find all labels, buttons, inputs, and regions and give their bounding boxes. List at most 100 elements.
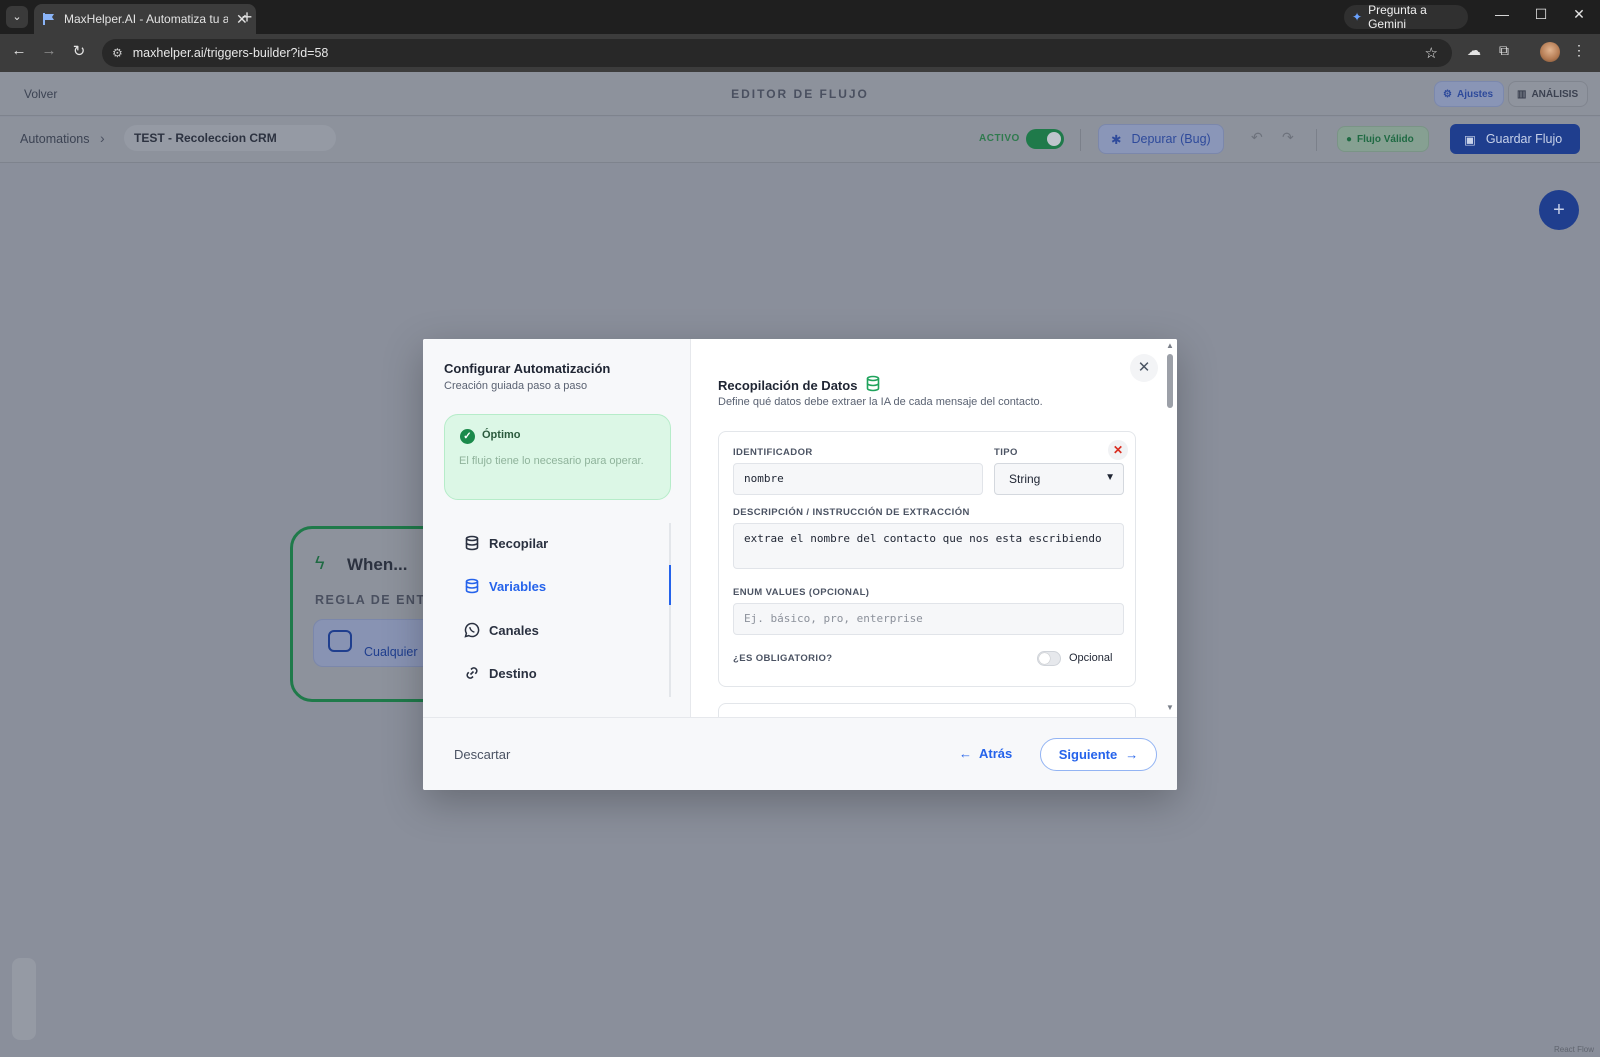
identifier-label: IDENTIFICADOR [733, 447, 813, 458]
status-card: ✓ Óptimo El flujo tiene lo necesario par… [444, 414, 671, 500]
arrow-right-icon: → [1125, 747, 1139, 762]
site-settings-icon[interactable]: ⚙ [112, 46, 123, 60]
flow-name-input[interactable]: TEST - Recoleccion CRM [124, 125, 336, 151]
type-select[interactable]: String ▼ [994, 463, 1124, 495]
tab-title: MaxHelper.AI - Automatiza tu a [64, 12, 228, 26]
section-title: Recopilación de Datos [718, 375, 881, 396]
redo-icon[interactable]: ↷ [1282, 129, 1294, 146]
database-icon [463, 577, 481, 595]
undo-icon[interactable]: ↶ [1251, 129, 1263, 146]
scroll-down-icon[interactable]: ▼ [1166, 703, 1174, 712]
type-select-value: String [1009, 472, 1041, 486]
back-button[interactable]: ← Atrás [959, 746, 1012, 761]
back-label: Atrás [979, 746, 1013, 761]
configure-automation-modal: Configurar Automatización Creación guiad… [423, 339, 1177, 790]
save-disk-icon: ▣ [1464, 132, 1476, 147]
status-title: Óptimo [482, 429, 521, 441]
profile-avatar[interactable] [1540, 42, 1560, 62]
node-rule-label: REGLA DE ENTR [315, 593, 437, 607]
section-title-text: Recopilación de Datos [718, 378, 858, 393]
scroll-up-icon[interactable]: ▲ [1166, 341, 1174, 350]
identifier-input[interactable]: nombre [733, 463, 983, 495]
enum-label: ENUM VALUES (OPCIONAL) [733, 587, 870, 598]
url-omnibox[interactable]: ⚙ maxhelper.ai/triggers-builder?id=58 ☆ [102, 39, 1452, 67]
close-icon[interactable]: ✕ [1130, 354, 1158, 382]
description-label: DESCRIPCIÓN / INSTRUCCIÓN DE EXTRACCIÓN [733, 507, 970, 518]
modal-sidebar: Configurar Automatización Creación guiad… [423, 339, 691, 717]
back-arrow-icon[interactable]: ← [8, 42, 30, 59]
chat-bubble-icon [328, 630, 352, 652]
next-label: Siguiente [1058, 747, 1118, 762]
variable-card: IDENTIFICADOR nombre TIPO String ▼ ✕ DES… [718, 431, 1136, 687]
flow-toolbar: Automations › TEST - Recoleccion CRM ACT… [0, 117, 1600, 163]
step-destino[interactable]: Destino [463, 661, 537, 685]
database-icon [865, 375, 881, 396]
database-icon [463, 534, 481, 552]
discard-button[interactable]: Descartar [454, 747, 510, 762]
url-text: maxhelper.ai/triggers-builder?id=58 [132, 46, 329, 60]
scrollbar[interactable]: ▲ ▼ [1163, 339, 1177, 717]
node-title: When... [347, 555, 408, 574]
step-label: Destino [489, 665, 537, 681]
chevron-down-icon: ▼ [1105, 472, 1115, 483]
divider [1080, 129, 1081, 151]
active-toggle[interactable] [1026, 129, 1064, 149]
save-label: Guardar Flujo [1485, 132, 1563, 146]
next-button[interactable]: Siguiente → [1040, 738, 1157, 771]
add-node-button[interactable]: + [1539, 190, 1579, 230]
extensions-icon[interactable]: ⧉ [1493, 42, 1515, 59]
enum-input[interactable]: Ej. básico, pro, enterprise [733, 603, 1124, 635]
maximize-icon[interactable]: ☐ [1530, 6, 1552, 23]
browser-tab-active[interactable]: MaxHelper.AI - Automatiza tu a ✕ [34, 4, 256, 34]
status-text: El flujo tiene lo necesario para operar. [459, 455, 644, 467]
settings-button[interactable]: ⚙ Ajustes [1434, 81, 1504, 107]
browser-address-bar: ← → ↻ ⚙ maxhelper.ai/triggers-builder?id… [0, 34, 1600, 72]
bug-icon: ✱ [1111, 132, 1122, 147]
step-canales[interactable]: Canales [463, 618, 539, 642]
analytics-label: ANÁLISIS [1531, 88, 1579, 100]
breadcrumb-root[interactable]: Automations [20, 132, 89, 146]
modal-footer: Descartar ← Atrás Siguiente → [423, 717, 1177, 790]
check-circle-icon: ✓ [460, 429, 475, 444]
react-flow-attribution[interactable]: React Flow [1554, 1045, 1594, 1054]
new-tab-icon[interactable]: + [236, 6, 258, 28]
settings-label: Ajustes [1456, 88, 1494, 100]
type-label: TIPO [994, 447, 1018, 458]
step-label: Recopilar [489, 535, 549, 551]
whatsapp-icon [463, 621, 481, 639]
bar-chart-icon: ▥ [1517, 88, 1527, 100]
step-recopilar[interactable]: Recopilar [463, 531, 548, 555]
browser-menu-icon[interactable]: ⋮ [1568, 42, 1590, 59]
description-textarea[interactable]: extrae el nombre del contacto que nos es… [733, 523, 1124, 569]
active-label: ACTIVO [979, 133, 1020, 144]
steps-track [669, 523, 671, 697]
variable-card [718, 703, 1136, 717]
gemini-button[interactable]: ✦ Pregunta a Gemini [1344, 3, 1468, 31]
required-state-label: Opcional [1069, 652, 1113, 664]
step-variables[interactable]: Variables [463, 574, 546, 598]
steps-active-indicator [669, 565, 671, 605]
cloud-icon[interactable]: ☁ [1463, 42, 1485, 59]
analytics-button[interactable]: ▥ ANÁLISIS [1508, 81, 1588, 107]
page-title: EDITOR DE FLUJO [731, 87, 869, 101]
delete-variable-icon[interactable]: ✕ [1108, 440, 1128, 460]
flow-valid-badge: ● Flujo Válido [1337, 126, 1429, 152]
modal-title: Configurar Automatización [444, 361, 611, 376]
minimize-icon[interactable]: — [1491, 6, 1513, 22]
tab-search-chevron-icon[interactable]: ⌄ [6, 6, 28, 28]
canvas-controls[interactable] [12, 958, 36, 1040]
save-flow-button[interactable]: ▣ Guardar Flujo [1450, 124, 1580, 154]
modal-content: ✕ Recopilación de Datos Define qué datos… [691, 339, 1177, 717]
scrollbar-thumb[interactable] [1167, 354, 1173, 408]
gear-icon: ⚙ [1443, 88, 1452, 100]
debug-button[interactable]: ✱ Depurar (Bug) [1098, 124, 1224, 154]
bookmark-star-icon[interactable]: ☆ [1425, 44, 1438, 62]
forward-arrow-icon[interactable]: → [38, 42, 60, 59]
app-header: Volver EDITOR DE FLUJO ⚙ Ajustes ▥ ANÁLI… [0, 72, 1600, 116]
required-toggle[interactable] [1037, 651, 1061, 666]
gemini-spark-icon: ✦ [1352, 10, 1363, 24]
window-close-icon[interactable]: ✕ [1568, 6, 1590, 23]
gemini-label: Pregunta a Gemini [1368, 3, 1427, 31]
reload-icon[interactable]: ↻ [68, 42, 90, 60]
step-label: Canales [489, 622, 539, 638]
